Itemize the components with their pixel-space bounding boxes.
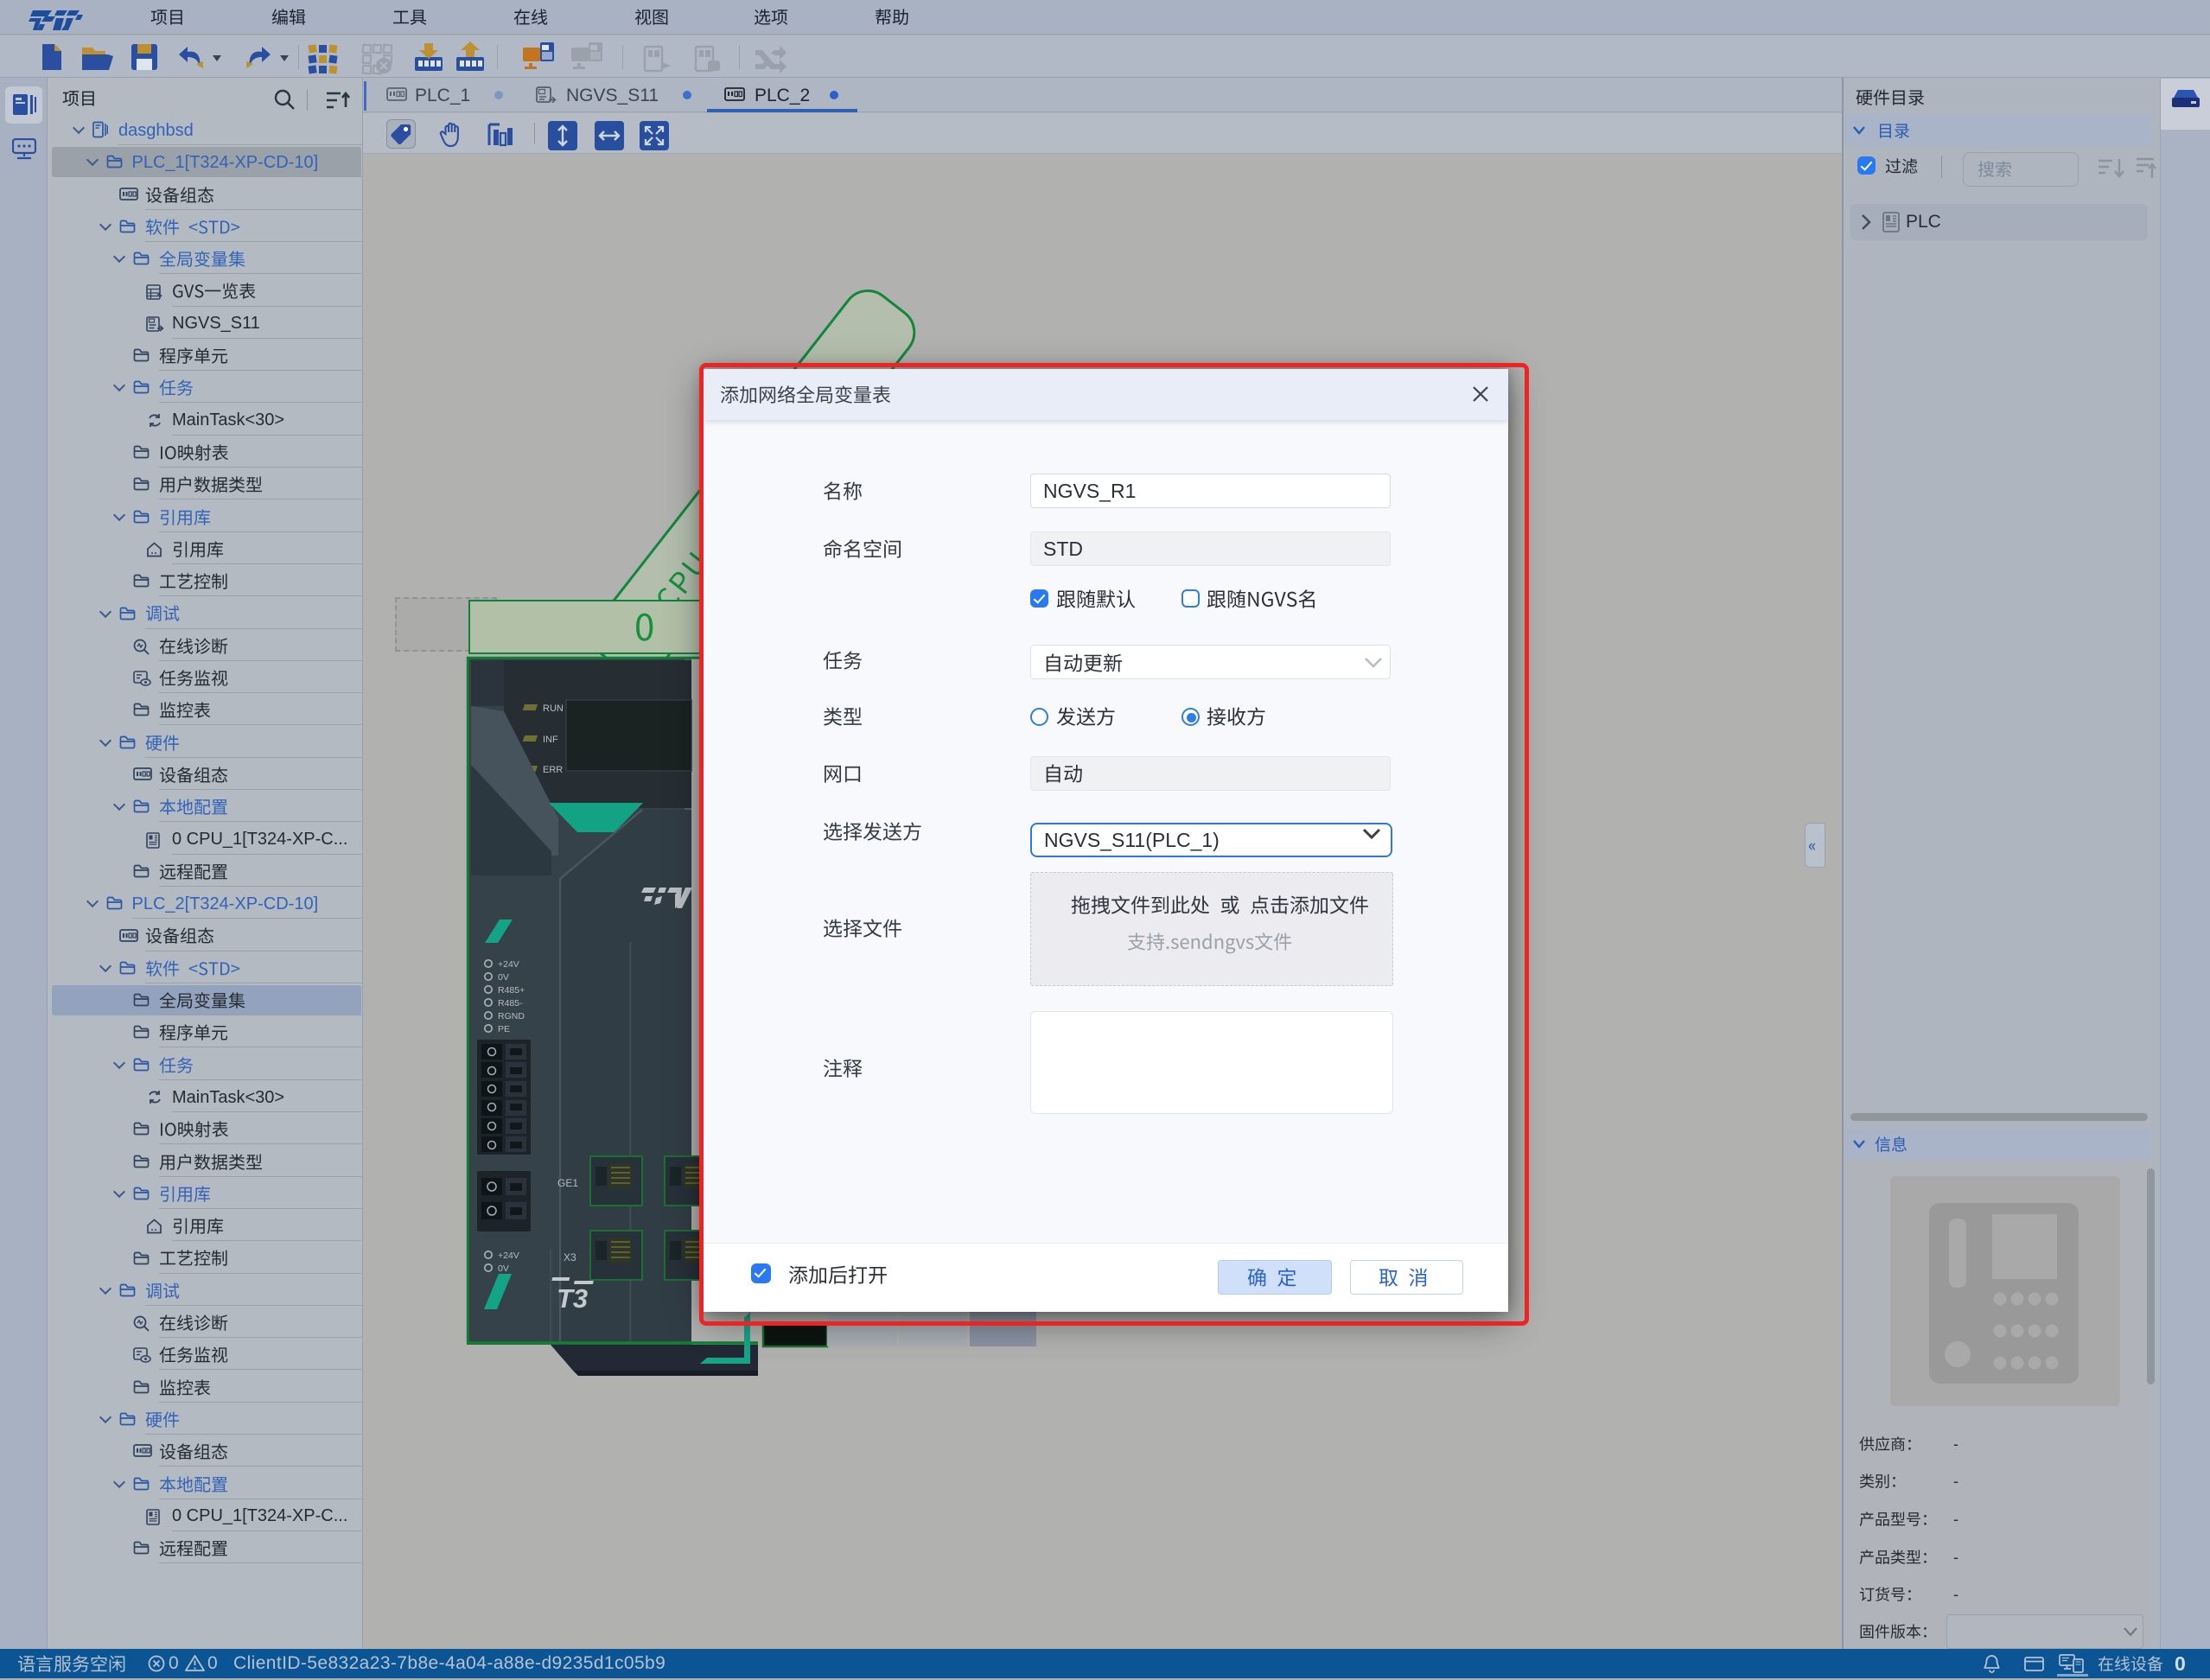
svg-text:+24V: +24V	[498, 959, 519, 970]
svg-text:X3: X3	[564, 1251, 576, 1263]
svg-text:R485+: R485+	[498, 985, 525, 996]
svg-text:PE: PE	[498, 1024, 510, 1034]
svg-text:R485-: R485-	[498, 998, 523, 1009]
svg-text:0V: 0V	[498, 1263, 509, 1274]
svg-text:T3: T3	[557, 1283, 588, 1314]
svg-text:+24V: +24V	[498, 1250, 519, 1261]
svg-text:0V: 0V	[498, 972, 509, 983]
svg-text:INF: INF	[543, 735, 558, 745]
svg-text:GE1: GE1	[557, 1177, 578, 1189]
svg-text:RGND: RGND	[498, 1011, 525, 1021]
svg-text:RUN: RUN	[543, 703, 564, 714]
svg-text:ERR: ERR	[543, 765, 563, 775]
